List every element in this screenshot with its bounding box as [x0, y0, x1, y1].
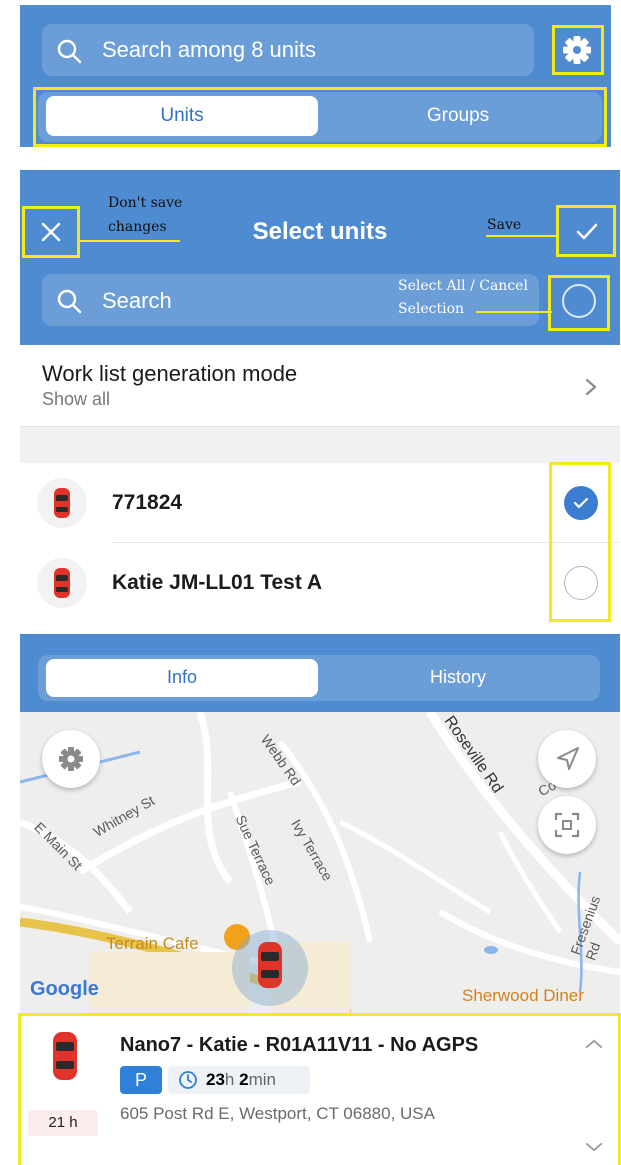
google-logo: Google	[30, 978, 99, 1000]
annotation-select-all-line2: Selection	[398, 301, 465, 317]
work-list-mode-row[interactable]: Work list generation mode Show all	[20, 345, 620, 427]
close-highlight	[22, 206, 80, 258]
map-settings-button[interactable]	[42, 730, 100, 788]
section-divider	[20, 427, 620, 463]
locate-me-button[interactable]	[538, 730, 596, 788]
save-highlight	[556, 205, 616, 257]
unit-search-input[interactable]: Search among 8 units	[42, 24, 534, 76]
search-placeholder: Search among 8 units	[102, 37, 317, 62]
page-title: Select units	[252, 218, 388, 245]
unit-card-highlight	[18, 1013, 621, 1165]
fit-bounds-button[interactable]	[538, 796, 596, 854]
car-icon	[54, 568, 70, 598]
tabs-highlight	[33, 87, 607, 147]
search-placeholder: Search	[102, 288, 172, 313]
annotation-select-all-line	[476, 311, 552, 313]
focus-frame-icon	[554, 812, 580, 838]
search-icon	[57, 289, 82, 314]
tab-history[interactable]: History	[322, 667, 594, 688]
search-icon	[57, 39, 82, 64]
car-icon	[258, 942, 282, 988]
info-history-segmented-control: Info History	[38, 655, 600, 701]
annotation-save-line	[486, 235, 556, 237]
tab-info[interactable]: Info	[46, 667, 318, 688]
navigation-arrow-icon	[557, 747, 579, 770]
vehicle-marker[interactable]	[232, 930, 308, 1006]
settings-highlight	[552, 25, 604, 75]
annotation-close-line2: changes	[108, 219, 167, 235]
car-icon	[54, 488, 70, 518]
checkbox-column-highlight	[549, 462, 611, 622]
list-item[interactable]: 771824	[20, 463, 620, 543]
gear-icon	[59, 747, 83, 771]
annotation-save: Save	[487, 217, 522, 233]
list-item[interactable]: Katie JM-LL01 Test A	[20, 543, 620, 623]
map-view[interactable]: Webb Rd Roseville Rd Whitney St E Main S…	[20, 712, 620, 1014]
work-list-title: Work list generation mode	[42, 361, 298, 386]
chevron-right-icon	[585, 378, 597, 396]
select-all-highlight	[548, 275, 610, 331]
map-place-terrain-cafe: Terrain Cafe	[106, 934, 199, 953]
avatar	[37, 478, 87, 528]
unit-name: Katie JM-LL01 Test A	[112, 571, 323, 594]
work-list-subtitle: Show all	[42, 389, 111, 409]
annotation-close-line1: Don't save	[108, 195, 183, 211]
annotation-close-line	[80, 240, 180, 242]
avatar	[37, 558, 87, 608]
unit-name: 771824	[112, 491, 183, 514]
annotation-select-all-line1: Select All / Cancel	[398, 278, 528, 294]
map-place-sherwood-diner: Sherwood Diner	[462, 986, 584, 1005]
